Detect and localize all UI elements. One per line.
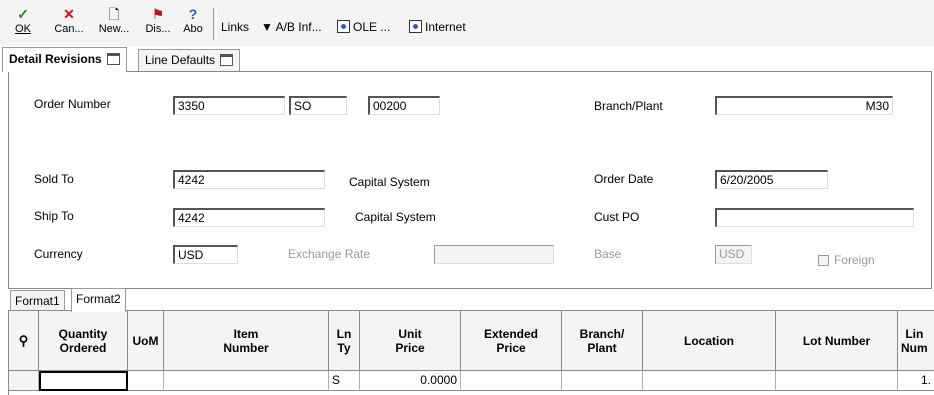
cust-po-field[interactable]	[715, 208, 914, 227]
about-button[interactable]: ? Abo	[178, 6, 208, 35]
base-label: Base	[594, 247, 622, 261]
column-header-uom[interactable]: UoM	[128, 311, 164, 371]
internet-icon	[409, 20, 422, 33]
cell-uom[interactable]	[128, 371, 164, 391]
tab-detail-revisions[interactable]: Detail Revisions	[2, 47, 127, 72]
row-header-corner[interactable]: ⚲	[9, 311, 39, 371]
row-selector[interactable]	[9, 371, 39, 391]
tab-format2[interactable]: Format2	[71, 288, 126, 312]
currency-label: Currency	[34, 247, 83, 261]
order-company-field[interactable]: 00200	[368, 96, 440, 115]
cell-item-number[interactable]	[164, 371, 329, 391]
internet-link[interactable]: Internet	[409, 20, 466, 34]
cell-branch-plant[interactable]	[562, 371, 643, 391]
cell-unit-price[interactable]: 0.0000	[360, 371, 461, 391]
order-number-field[interactable]: 3350	[173, 96, 285, 115]
ole-link[interactable]: OLE ...	[337, 20, 390, 34]
order-number-label: Order Number	[34, 97, 111, 111]
sold-to-label: Sold To	[34, 172, 74, 186]
column-header-line-number[interactable]: Lin Num	[898, 311, 934, 371]
page-icon	[106, 53, 120, 65]
column-header-location[interactable]: Location	[643, 311, 776, 371]
column-header-branch-plant[interactable]: Branch/ Plant	[562, 311, 643, 371]
exchange-rate-field	[434, 245, 554, 264]
foreign-label: Foreign	[834, 253, 875, 267]
order-date-label: Order Date	[594, 172, 654, 186]
detail-grid: ⚲ Quantity Ordered UoM Item Number Ln Ty…	[8, 310, 934, 395]
toolbar: ✓ OK ✕ Can... 🗋 New... ⚑ Dis... ? Abo Li…	[0, 0, 934, 46]
column-header-quantity-ordered[interactable]: Quantity Ordered	[39, 311, 128, 371]
cell-line-number[interactable]: 1.	[898, 371, 934, 391]
sold-to-name: Capital System	[349, 175, 430, 189]
close-icon: ✕	[63, 6, 75, 22]
ab-info-link[interactable]: ▼ A/B Inf...	[261, 20, 322, 34]
branch-plant-label: Branch/Plant	[594, 99, 663, 113]
find-icon: ⚲	[18, 332, 29, 348]
column-header-extended-price[interactable]: Extended Price	[461, 311, 562, 371]
order-type-field[interactable]: SO	[289, 96, 347, 115]
ship-to-name: Capital System	[355, 210, 436, 224]
sold-to-field[interactable]: 4242	[173, 170, 325, 189]
cell-location[interactable]	[643, 371, 776, 391]
checkmark-icon: ✓	[17, 6, 29, 22]
display-icon: ⚑	[151, 6, 165, 22]
tab-format1[interactable]: Format1	[10, 290, 65, 311]
links-label: Links	[221, 20, 250, 34]
column-header-item-number[interactable]: Item Number	[164, 311, 329, 371]
column-header-lot-number[interactable]: Lot Number	[776, 311, 898, 371]
cell-extended-price[interactable]	[461, 371, 562, 391]
document-link-icon	[337, 20, 350, 33]
currency-field[interactable]: USD	[173, 245, 238, 264]
foreign-checkbox	[818, 255, 829, 266]
branch-plant-field[interactable]: M30	[715, 96, 893, 115]
ship-to-field[interactable]: 4242	[173, 208, 325, 227]
order-date-field[interactable]: 6/20/2005	[715, 170, 828, 189]
column-header-unit-price[interactable]: Unit Price	[360, 311, 461, 371]
ok-button[interactable]: ✓ OK	[8, 6, 38, 35]
page-icon	[220, 54, 234, 66]
new-button[interactable]: 🗋 New...	[94, 6, 134, 35]
new-page-icon: 🗋	[108, 6, 120, 22]
cust-po-label: Cust PO	[594, 210, 640, 224]
ship-to-label: Ship To	[34, 209, 74, 223]
cell-ln-ty[interactable]: S	[329, 371, 360, 391]
tab-line-defaults[interactable]: Line Defaults	[138, 49, 241, 71]
exchange-rate-label: Exchange Rate	[288, 247, 371, 261]
toolbar-separator	[213, 8, 217, 40]
display-button[interactable]: ⚑ Dis...	[138, 6, 178, 35]
dropdown-arrow-icon: ▼	[261, 20, 276, 34]
help-icon: ?	[188, 6, 198, 22]
tab-row: Detail Revisions Line Defaults	[0, 46, 934, 72]
cell-lot-number[interactable]	[776, 371, 898, 391]
column-header-ln-ty[interactable]: Ln Ty	[329, 311, 360, 371]
cell-quantity-ordered[interactable]	[39, 371, 128, 391]
cancel-button[interactable]: ✕ Can...	[48, 6, 90, 35]
base-currency-field: USD	[715, 245, 752, 264]
